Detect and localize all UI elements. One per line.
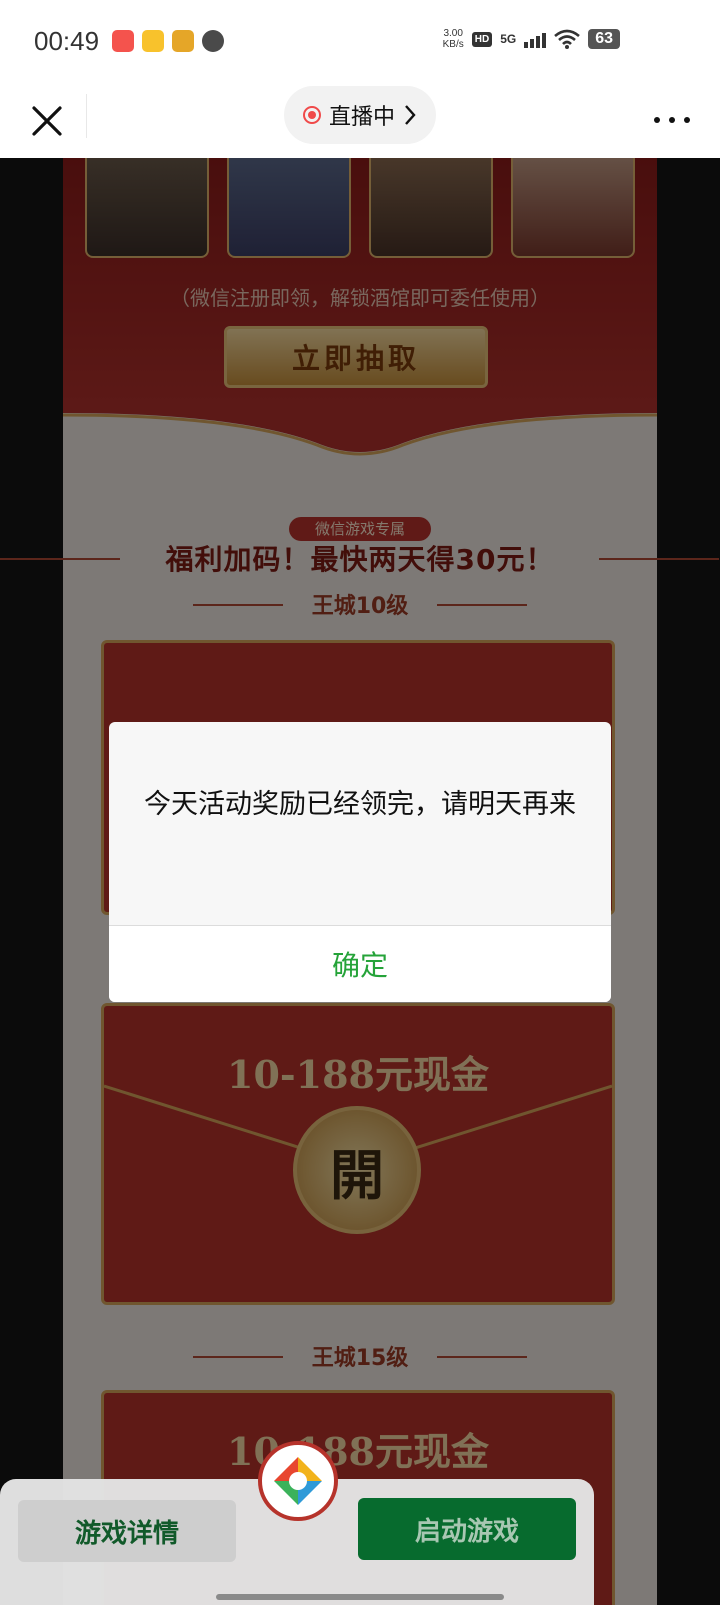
- coin-app-icon: [172, 30, 194, 52]
- mascot-app-icon: [202, 30, 224, 52]
- dot-icon: [684, 117, 690, 123]
- network-type: 5G: [500, 32, 517, 46]
- status-indicators: 3.00 KB/s HD 5G 63: [443, 28, 620, 50]
- dialog-message: 今天活动奖励已经领完，请明天再来: [144, 789, 576, 820]
- network-speed-value: 3.00: [443, 28, 463, 39]
- status-app-icons: [112, 30, 224, 52]
- nav-bar: 直播中: [0, 84, 720, 159]
- live-dot-icon: [302, 106, 321, 124]
- kuaishou-app-icon: [112, 30, 134, 52]
- launch-game-button[interactable]: 启动游戏: [358, 1498, 576, 1560]
- confirm-button[interactable]: 确定: [109, 926, 611, 1002]
- signal-icon: [524, 30, 547, 48]
- close-button[interactable]: [24, 98, 70, 144]
- nav-divider: [86, 94, 87, 138]
- network-speed: 3.00 KB/s: [443, 28, 464, 50]
- status-bar: 00:49 3.00 KB/s HD 5G 63: [0, 0, 720, 84]
- game-logo-icon: [258, 1441, 338, 1521]
- dot-icon: [669, 117, 675, 123]
- network-speed-unit: KB/s: [442, 39, 464, 50]
- home-indicator[interactable]: [216, 1594, 504, 1600]
- game-details-button[interactable]: 游戏详情: [18, 1500, 236, 1562]
- live-label: 直播中: [328, 105, 395, 130]
- dot-icon: [654, 117, 660, 123]
- hd-icon: HD: [471, 31, 493, 47]
- logo-mark-icon: [274, 1457, 322, 1505]
- close-icon: [32, 106, 62, 136]
- cartoon-app-icon: [142, 30, 164, 52]
- status-time: 00:49: [34, 26, 100, 56]
- live-status-button[interactable]: 直播中: [284, 86, 436, 144]
- wifi-icon: [554, 29, 581, 49]
- more-menu-button[interactable]: [654, 106, 690, 134]
- battery-icon: 63: [588, 29, 620, 49]
- alert-dialog: 今天活动奖励已经领完，请明天再来 确定: [109, 722, 611, 1002]
- chevron-right-icon: [405, 105, 416, 125]
